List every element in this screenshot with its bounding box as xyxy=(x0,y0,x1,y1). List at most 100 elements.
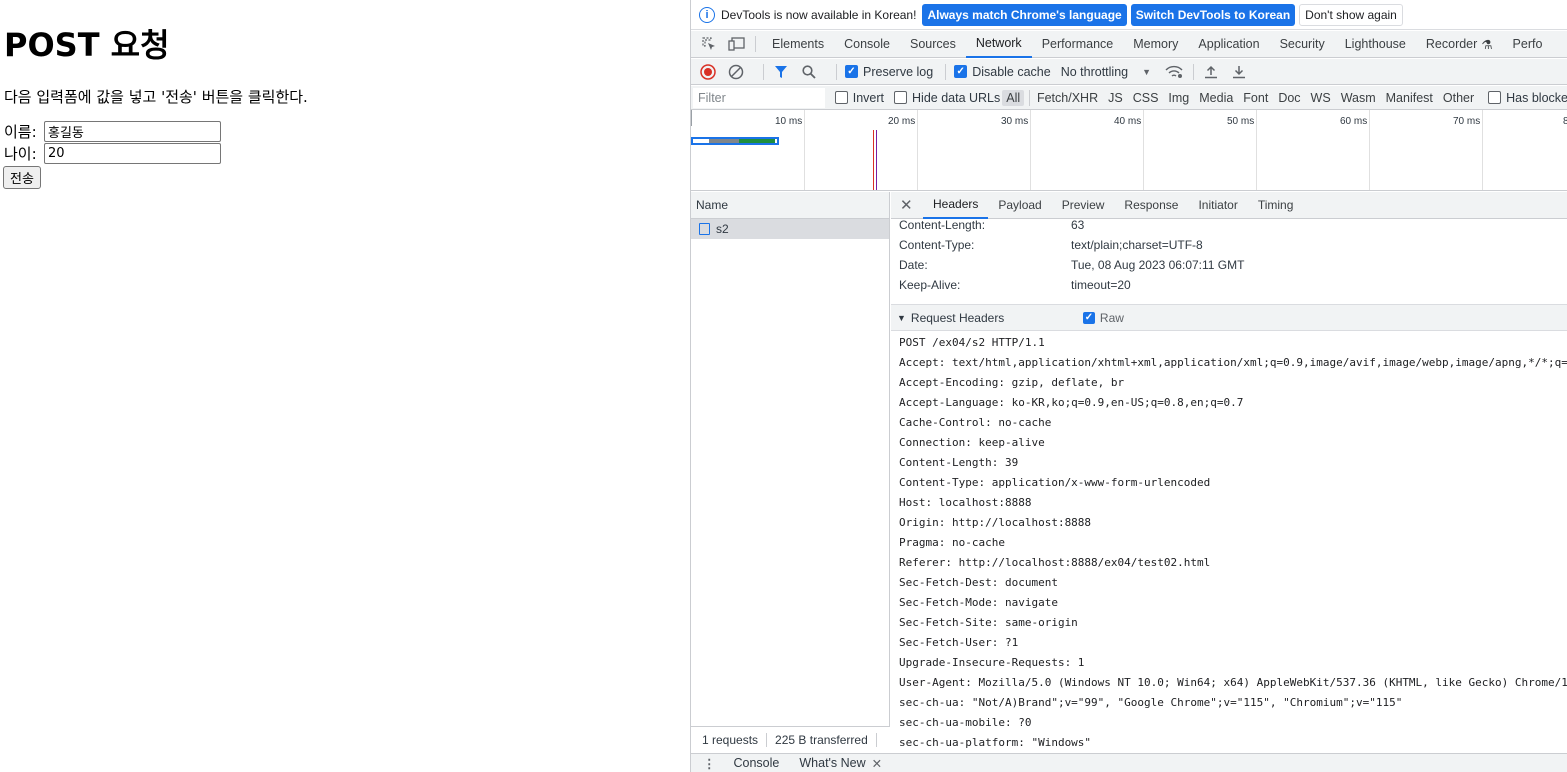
infobar-message: DevTools is now available in Korean! xyxy=(721,7,917,22)
raw-header-line: Accept: text/html,application/xhtml+xml,… xyxy=(899,356,1567,369)
tab-response[interactable]: Response xyxy=(1114,192,1188,219)
type-filter-manifest[interactable]: Manifest xyxy=(1382,90,1437,106)
disable-cache-checkbox[interactable]: ✓ Disable cache xyxy=(954,65,1051,79)
name-row: 이름: xyxy=(4,121,221,142)
tab-application[interactable]: Application xyxy=(1188,31,1269,58)
tab-sources[interactable]: Sources xyxy=(900,31,966,58)
filter-icon[interactable] xyxy=(772,63,790,81)
transferred-size: 225 B transferred xyxy=(775,733,868,747)
record-icon[interactable] xyxy=(699,63,717,81)
type-filter-doc[interactable]: Doc xyxy=(1274,90,1304,106)
hide-data-urls-checkbox[interactable]: Hide data URLs xyxy=(894,91,1000,105)
tab-memory[interactable]: Memory xyxy=(1123,31,1188,58)
search-icon[interactable] xyxy=(800,63,818,81)
age-input[interactable] xyxy=(44,143,221,164)
throttling-select[interactable]: No throttling ▼ xyxy=(1061,65,1151,79)
overview-tick-label: 40 ms xyxy=(1114,116,1142,127)
preserve-log-checkbox[interactable]: ✓ Preserve log xyxy=(845,65,933,79)
flask-icon: ⚗ xyxy=(1481,37,1493,52)
name-column-header[interactable]: Name xyxy=(691,192,889,219)
dont-show-again-button[interactable]: Don't show again xyxy=(1299,3,1403,26)
header-value: Tue, 08 Aug 2023 06:07:11 GMT xyxy=(1071,258,1245,272)
raw-checkbox[interactable]: ✓ Raw xyxy=(1082,311,1124,325)
tab-initiator[interactable]: Initiator xyxy=(1188,192,1247,219)
type-filter-other[interactable]: Other xyxy=(1439,90,1478,106)
response-header-row: Content-Type: text/plain;charset=UTF-8 xyxy=(899,235,1203,255)
raw-header-line: Accept-Encoding: gzip, deflate, br xyxy=(899,376,1125,389)
page-heading: POST 요청 xyxy=(4,26,170,64)
tab-network[interactable]: Network xyxy=(965,31,1032,58)
name-input[interactable] xyxy=(44,121,221,142)
device-toolbar-icon[interactable] xyxy=(727,36,747,52)
drawer-tab-whats-new[interactable]: What's New xyxy=(799,756,865,770)
request-count: 1 requests xyxy=(702,733,759,747)
request-row[interactable]: s2 xyxy=(691,219,889,239)
tab-elements[interactable]: Elements xyxy=(762,31,834,58)
checkbox-unchecked-icon xyxy=(834,91,848,104)
close-icon[interactable]: ✕ xyxy=(872,756,882,771)
clear-icon[interactable] xyxy=(727,63,745,81)
type-filter-css[interactable]: CSS xyxy=(1129,90,1163,106)
type-filter-img[interactable]: Img xyxy=(1164,90,1193,106)
header-key: Content-Length: xyxy=(899,218,986,232)
import-har-icon[interactable] xyxy=(1202,63,1220,81)
tab-performance[interactable]: Performance xyxy=(1032,31,1124,58)
age-row: 나이: xyxy=(4,143,221,164)
close-icon[interactable]: ✕ xyxy=(900,196,918,214)
preserve-log-label: Preserve log xyxy=(863,64,934,79)
tab-performance-insights[interactable]: Perfo xyxy=(1503,31,1553,58)
info-icon: i xyxy=(699,6,715,23)
raw-header-line: Accept-Language: ko-KR,ko;q=0.9,en-US;q=… xyxy=(899,396,1244,409)
request-headers-section-header[interactable]: ▼ Request Headers ✓ Raw xyxy=(891,304,1567,331)
header-value: timeout=20 xyxy=(1071,278,1131,292)
invert-checkbox[interactable]: Invert xyxy=(834,91,884,105)
type-filter-ws[interactable]: WS xyxy=(1307,90,1335,106)
has-blocked-cookies-checkbox[interactable]: Has blocke xyxy=(1488,91,1567,105)
raw-header-line: Upgrade-Insecure-Requests: 1 xyxy=(899,656,1085,669)
page-description: 다음 입력폼에 값을 넣고 '전송' 버튼을 클릭한다. xyxy=(4,88,308,106)
language-infobar: i DevTools is now available in Korean! A… xyxy=(691,0,1567,30)
toolbar-divider xyxy=(1193,63,1195,80)
overview-gridline xyxy=(917,110,918,190)
submit-button[interactable]: 전송 xyxy=(3,166,41,189)
raw-header-line: Sec-Fetch-Dest: document xyxy=(899,576,1058,589)
checkbox-unchecked-icon xyxy=(894,91,908,104)
raw-header-line: POST /ex04/s2 HTTP/1.1 xyxy=(899,336,1045,349)
more-options-icon[interactable]: ⋮ xyxy=(703,756,716,771)
always-match-language-button[interactable]: Always match Chrome's language xyxy=(922,3,1127,26)
tab-recorder-label: Recorder xyxy=(1425,37,1478,51)
raw-header-line: Host: localhost:8888 xyxy=(899,496,1032,509)
network-conditions-icon[interactable] xyxy=(1165,63,1183,81)
network-summary: 1 requests 225 B transferred xyxy=(691,726,890,753)
request-name: s2 xyxy=(716,222,729,236)
raw-header-line: sec-ch-ua: "Not/A)Brand";v="99", "Google… xyxy=(899,696,1403,709)
tab-timing[interactable]: Timing xyxy=(1248,192,1304,219)
tab-console[interactable]: Console xyxy=(834,31,900,58)
type-filter-all[interactable]: All xyxy=(1002,89,1025,106)
domcontentloaded-line xyxy=(876,130,877,190)
toolbar-divider xyxy=(836,63,837,80)
type-filter-wasm[interactable]: Wasm xyxy=(1337,90,1380,106)
tab-recorder[interactable]: Recorder ⚗ xyxy=(1416,31,1503,58)
tab-lighthouse[interactable]: Lighthouse xyxy=(1335,31,1416,58)
load-event-line xyxy=(873,130,874,190)
switch-to-korean-button[interactable]: Switch DevTools to Korean xyxy=(1130,3,1296,26)
response-header-row: Keep-Alive: timeout=20 xyxy=(899,275,1131,295)
type-filter-media[interactable]: Media xyxy=(1195,90,1237,106)
export-har-icon[interactable] xyxy=(1230,63,1248,81)
filter-input[interactable]: Filter xyxy=(693,87,825,108)
type-filter-font[interactable]: Font xyxy=(1239,90,1272,106)
type-filter-fetch-xhr[interactable]: Fetch/XHR xyxy=(1033,90,1102,106)
type-filter-js[interactable]: JS xyxy=(1104,90,1127,106)
response-header-row: Date: Tue, 08 Aug 2023 06:07:11 GMT xyxy=(899,255,1244,275)
network-filterbar: Filter Invert Hide data URLs All Fetch/X… xyxy=(691,86,1567,110)
request-headers-title: Request Headers xyxy=(910,310,1005,325)
tab-security[interactable]: Security xyxy=(1270,31,1335,58)
age-label: 나이: xyxy=(4,145,37,163)
raw-header-line: Sec-Fetch-Mode: navigate xyxy=(899,596,1058,609)
web-page: POST 요청 다음 입력폼에 값을 넣고 '전송' 버튼을 클릭한다. 이름:… xyxy=(0,0,690,772)
network-overview-timeline[interactable]: 10 ms 20 ms 30 ms 40 ms 50 ms 60 ms 70 m… xyxy=(691,110,1567,191)
drawer-tab-console[interactable]: Console xyxy=(734,756,780,770)
inspect-element-icon[interactable] xyxy=(699,36,719,52)
checkbox-checked-icon: ✓ xyxy=(1082,311,1095,324)
